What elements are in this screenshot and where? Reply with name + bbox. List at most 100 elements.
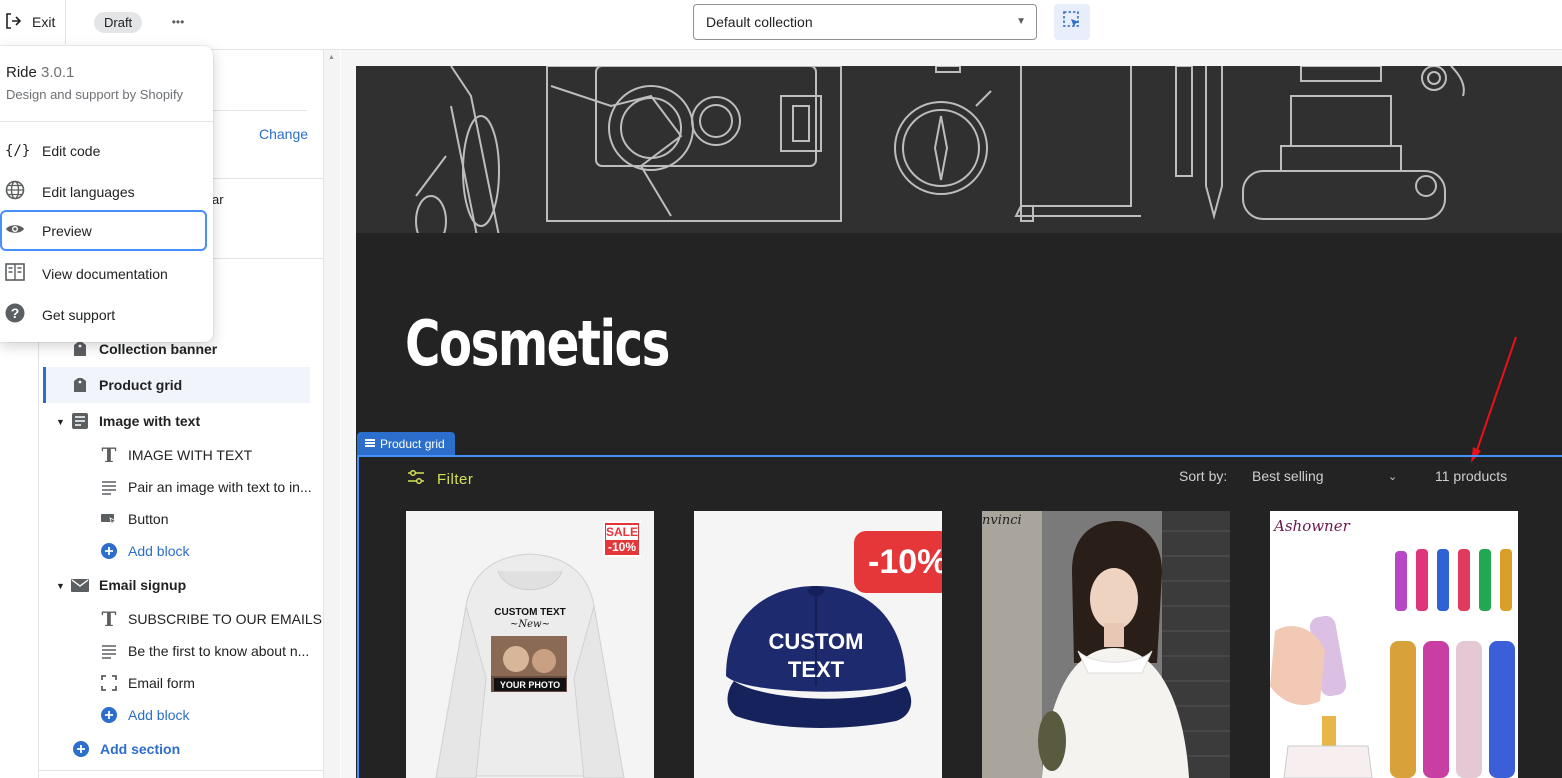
sort-select[interactable]: Best selling: [1252, 468, 1324, 484]
paragraph-icon: [99, 477, 119, 497]
block-label: IMAGE WITH TEXT: [128, 447, 253, 463]
section-label: Product grid: [99, 377, 183, 393]
globe-icon: [5, 180, 27, 203]
menu-item-get-support[interactable]: ? Get support: [0, 294, 213, 335]
add-section-label: Add section: [100, 741, 181, 757]
product-card[interactable]: CUSTOM TEXT -10%: [694, 511, 942, 778]
block-label: Be the first to know about n...: [128, 643, 310, 659]
add-block-button[interactable]: Add block: [99, 533, 189, 569]
template-select-value: Default collection: [706, 14, 813, 30]
drag-handle-icon: [365, 432, 375, 456]
print-bottom-text: YOUR PHOTO: [499, 680, 561, 690]
block-paragraph[interactable]: Be the first to know about n...: [99, 633, 309, 669]
heading-icon: T: [101, 607, 117, 631]
block-paragraph[interactable]: Pair an image with text to in...: [99, 469, 312, 505]
menu-item-preview[interactable]: Preview: [0, 210, 207, 251]
divider: [213, 178, 323, 179]
theme-actions-popover: Ride 3.0.1 Design and support by Shopify…: [0, 46, 213, 342]
plus-circle-icon: [71, 739, 91, 759]
section-tab-product-grid[interactable]: Product grid: [357, 432, 455, 456]
menu-item-edit-languages[interactable]: Edit languages: [0, 171, 213, 212]
sale-badge-bottom: -10%: [607, 540, 636, 554]
section-email-signup[interactable]: Email signup: [70, 567, 186, 603]
model-photo: [982, 511, 1230, 778]
divider: [213, 258, 323, 259]
add-section-button[interactable]: Add section: [71, 731, 180, 767]
sale-badge-top: SALE: [606, 525, 639, 540]
product-card[interactable]: nvinci: [982, 511, 1230, 778]
brand-watermark: Ashowner: [1274, 517, 1350, 535]
theme-version: 3.0.1: [41, 64, 75, 81]
section-image-with-text[interactable]: Image with text: [70, 403, 200, 439]
add-block-label: Add block: [128, 707, 190, 723]
caret-down-icon[interactable]: ▼: [56, 417, 65, 427]
product-card[interactable]: Ashowner: [1270, 511, 1518, 778]
add-block-label: Add block: [128, 543, 190, 559]
menu-item-label: Edit languages: [42, 183, 135, 200]
heading-icon: T: [101, 443, 117, 467]
tag-icon: [70, 375, 90, 395]
divider: [213, 110, 307, 111]
product-card[interactable]: CUSTOM TEXT ~New~ YOUR PHOTO SALE -10%: [406, 511, 654, 778]
paragraph-icon: [99, 641, 119, 661]
collection-title: Cosmetics: [405, 307, 670, 380]
exit-icon: [4, 12, 22, 33]
svg-text:?: ?: [11, 305, 20, 321]
code-icon: {/}: [5, 142, 31, 159]
cap-text-1: CUSTOM: [768, 629, 864, 654]
discount-badge: -10%: [854, 531, 942, 593]
block-heading[interactable]: T IMAGE WITH TEXT: [99, 437, 253, 473]
section-label: Image with text: [99, 413, 201, 429]
sale-badge: SALE -10%: [603, 521, 641, 557]
annotation-arrow-icon: [1471, 336, 1517, 463]
section-product-grid[interactable]: Product grid: [70, 367, 182, 403]
block-label: Pair an image with text to in...: [128, 479, 312, 495]
filter-button[interactable]: Filter: [407, 469, 474, 488]
change-theme-link[interactable]: Change: [259, 126, 308, 142]
block-label: SUBSCRIBE TO OUR EMAILS: [128, 611, 322, 627]
partial-sidebar-text: ar: [212, 192, 224, 207]
menu-item-label: Preview: [42, 222, 92, 239]
theme-subtitle: Design and support by Shopify: [6, 87, 184, 102]
block-button[interactable]: Button: [99, 501, 168, 537]
editor-topbar: Exit Draft ••• Default collection ▼: [0, 0, 1562, 50]
inspector-toggle-button[interactable]: [1054, 4, 1090, 40]
ellipsis-icon: •••: [171, 15, 185, 29]
chevron-down-icon[interactable]: ⌄: [1388, 470, 1397, 483]
sidebar-scrollbar[interactable]: ▲: [323, 50, 340, 778]
question-icon: ?: [5, 303, 27, 326]
divider: [0, 121, 213, 122]
theme-name: Ride: [6, 64, 37, 81]
sliders-icon: [407, 469, 425, 488]
exit-button[interactable]: Exit: [0, 0, 66, 44]
block-heading[interactable]: T SUBSCRIBE TO OUR EMAILS: [99, 601, 322, 637]
scroll-up-icon: ▲: [328, 54, 335, 61]
menu-item-edit-code[interactable]: {/} Edit code: [0, 130, 213, 171]
form-icon: [99, 673, 119, 693]
template-select[interactable]: Default collection ▼: [693, 4, 1037, 40]
caret-down-icon[interactable]: ▼: [56, 581, 65, 591]
cap-text-2: TEXT: [787, 657, 845, 682]
line-art-illustration: [415, 66, 1465, 233]
block-email-form[interactable]: Email form: [99, 665, 195, 701]
tag-icon: [70, 339, 90, 359]
section-label: Collection banner: [99, 341, 218, 357]
envelope-icon: [70, 575, 90, 595]
block-label: Button: [128, 511, 169, 527]
menu-item-label: View documentation: [42, 265, 168, 282]
book-icon: [5, 263, 27, 284]
add-block-button[interactable]: Add block: [99, 697, 189, 733]
print-script: ~New~: [510, 619, 550, 630]
eye-icon: [5, 222, 27, 239]
status-badge: Draft: [94, 12, 143, 33]
plus-circle-icon: [99, 541, 119, 561]
menu-item-label: Get support: [42, 306, 116, 323]
more-actions-button[interactable]: •••: [168, 12, 188, 32]
divider: [39, 770, 323, 771]
print-text: CUSTOM TEXT: [494, 607, 566, 618]
menu-item-view-documentation[interactable]: View documentation: [0, 253, 213, 294]
select-cursor-icon: [1062, 10, 1082, 35]
block-label: Email form: [128, 675, 195, 691]
filter-label: Filter: [437, 470, 474, 488]
theme-title: Ride 3.0.1: [6, 64, 74, 81]
